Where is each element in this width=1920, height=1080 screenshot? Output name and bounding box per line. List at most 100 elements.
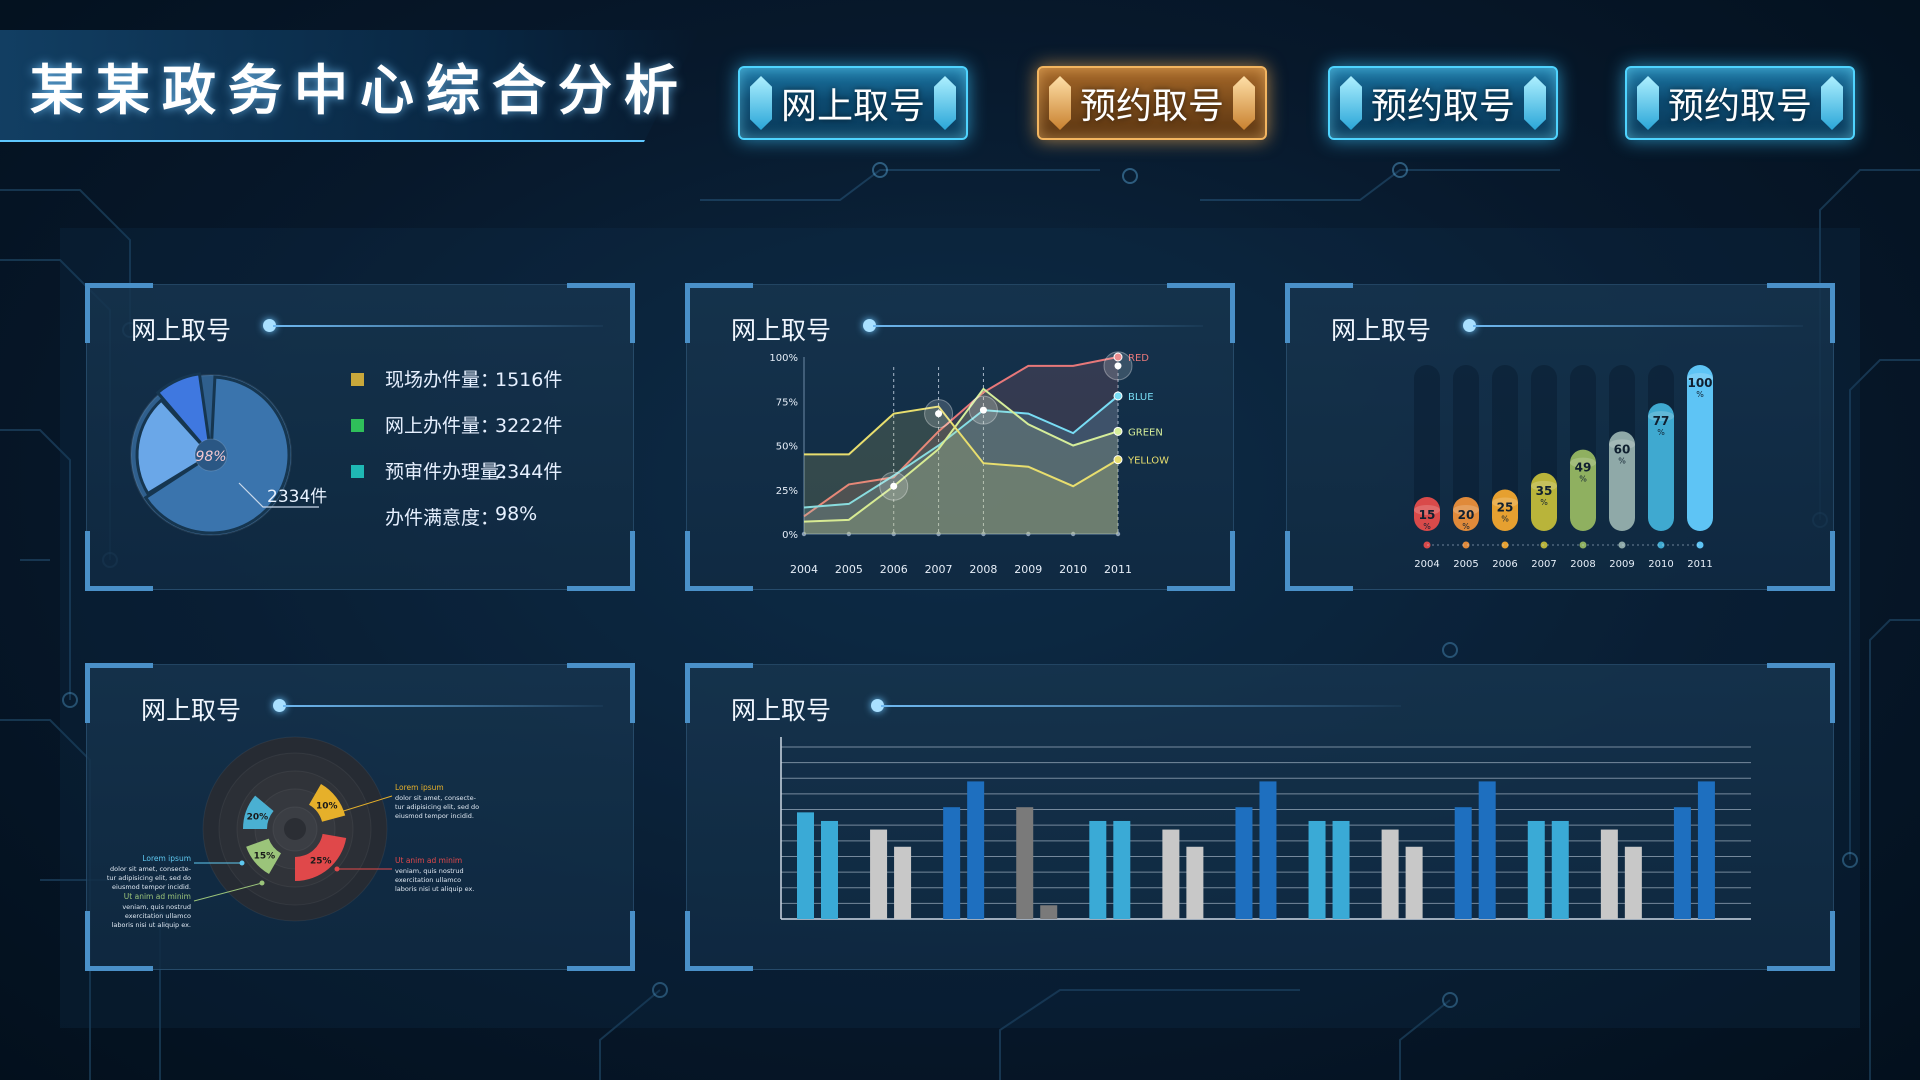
nav-button-4-wrap[interactable]: 预约取号 [1625,66,1855,140]
nav-button-appointment-2[interactable]: 预约取号 [1328,66,1558,140]
nav-button-label: 预约取号 [1667,86,1812,127]
annotation-dot [334,810,340,816]
x-tick-label: 2004 [790,563,818,576]
panel-radial: 网上取号 20% 15% 25% 10% Lorem ipsum dolor sit am… [85,663,635,971]
series-end-marker [1113,455,1123,465]
bar [1259,781,1277,919]
bar [1405,846,1423,919]
circuit-trace [1200,169,1560,201]
bar [1478,781,1496,919]
gem-icon [1049,76,1071,130]
bar [1381,829,1399,919]
y-tick-label: 0% [782,530,798,541]
bar-value-label: 100 [1687,376,1712,390]
nav-button-3-wrap[interactable]: 预约取号 [1328,66,1558,140]
stat-value: 3222件 [495,415,563,437]
x-tick-label: 2006 [1492,559,1517,570]
bar-unit-label: % [1540,498,1548,507]
annotation-body: eiusmod tempor incidid. [395,812,474,820]
bar-value-label: 15 [1419,508,1436,522]
gem-icon [1821,76,1843,130]
bar-chart [780,737,1751,920]
gem-icon [1340,76,1362,130]
x-tick-label: 2008 [1570,559,1595,570]
gem-icon [750,76,772,130]
x-tick-label: 2009 [1609,559,1634,570]
radial-core [284,818,306,840]
annotation-dot [259,880,265,886]
bar [1040,905,1058,919]
panel-progress-bars: 网上取号 15% 2004 20% 2005 25% 2006 35% 2007 49% 2008… [1285,283,1835,591]
legend-label: BLUE [1128,392,1154,403]
stat-row: 网上办件量： 3222件 [351,411,591,457]
gem-icon [1524,76,1546,130]
legend-label: YELLOW [1127,456,1169,467]
bar [870,829,888,919]
nav-button-label: 预约取号 [1370,86,1515,127]
legend-swatch [351,419,364,432]
nav-button-label: 预约取号 [1079,86,1224,127]
stat-label: 网上办件量： [385,415,500,437]
annotation-dot [334,866,340,872]
circuit-trace [700,169,1100,201]
highlight-point [979,406,987,414]
y-tick-label: 75% [776,397,798,408]
nav-button-2-wrap[interactable]: 预约取号 [1037,66,1267,140]
x-tick-label: 2008 [969,563,997,576]
bar [1186,846,1204,919]
bar-unit-label: % [1501,515,1509,524]
x-tick-label: 2006 [880,563,908,576]
bar [1697,781,1715,919]
x-tick-label: 2004 [1414,559,1439,570]
bar-value-label: 49 [1575,461,1592,475]
stat-row: 办件满意度： 98% [351,503,591,549]
circuit-trace [1849,359,1920,860]
bar-value-label: 20 [1458,508,1475,522]
x-tick-label: 2011 [1687,559,1712,570]
x-tick-label: 2011 [1104,563,1132,576]
bar [1089,820,1107,919]
bar [1551,820,1569,919]
nav-button-appointment-active[interactable]: 预约取号 [1037,66,1267,140]
nav-button-online-ticket[interactable]: 网上取号 [738,66,968,140]
progress-bar-chart: 15% 2004 20% 2005 25% 2006 35% 2007 49% 2008 60% 20… [1414,365,1713,570]
series-end-marker [1113,426,1123,436]
nav-button-appointment-3[interactable]: 预约取号 [1625,66,1855,140]
nav-button-1-wrap[interactable]: 网上取号 [738,66,968,140]
x-tick-label: 2007 [925,563,953,576]
stat-value: 98% [495,503,538,525]
bar [1162,829,1180,919]
annotation-body: eiusmod tempor incidid. [112,883,191,891]
stat-label: 办件满意度： [385,507,500,529]
x-tick-label: 2010 [1648,559,1673,570]
bar [821,820,838,919]
gem-icon [934,76,956,130]
annotation-heading: Ut anim ad minim [395,856,462,865]
radial-chart: 20% 15% 25% 10% Lorem ipsum dolor sit amet, c… [107,736,479,929]
circuit-trace [1869,619,1920,1080]
radial-segment-label: 15% [254,852,276,862]
gem-icon [1637,76,1659,130]
annotation-body: laboris nisi ut aliquip ex. [395,885,474,893]
annotation-body: tur adipisicing elit, sed do [395,803,479,811]
y-tick-label: 50% [776,442,798,453]
pie-center-label: 98% [195,449,226,465]
x-tick-label: 2009 [1014,563,1042,576]
bar [943,807,961,919]
annotation-body: dolor sit amet, consecte- [395,794,477,802]
panel-line-chart: 网上取号 0% 25% 50% 75% 100% 2004 2005 2006 2007 2008… [685,283,1235,591]
highlight-point [935,410,943,418]
annotation-body: dolor sit amet, consecte- [110,865,192,873]
area-chart: 0% 25% 50% 75% 100% 2004 2005 2006 2007 2008 2009 2… [769,351,1169,576]
bar-unit-label: % [1423,522,1431,531]
pie-callout-label: 2334件 [267,487,327,507]
bar-value-label: 35 [1536,484,1553,498]
bar [1332,820,1350,919]
legend-label: GREEN [1128,427,1163,438]
bar [967,781,985,919]
bar [894,846,912,919]
stat-label: 现场办件量： [385,369,500,391]
annotation-body: veniam, quis nostrud [122,903,191,911]
bar [1600,829,1618,919]
circuit-node [1122,168,1138,184]
